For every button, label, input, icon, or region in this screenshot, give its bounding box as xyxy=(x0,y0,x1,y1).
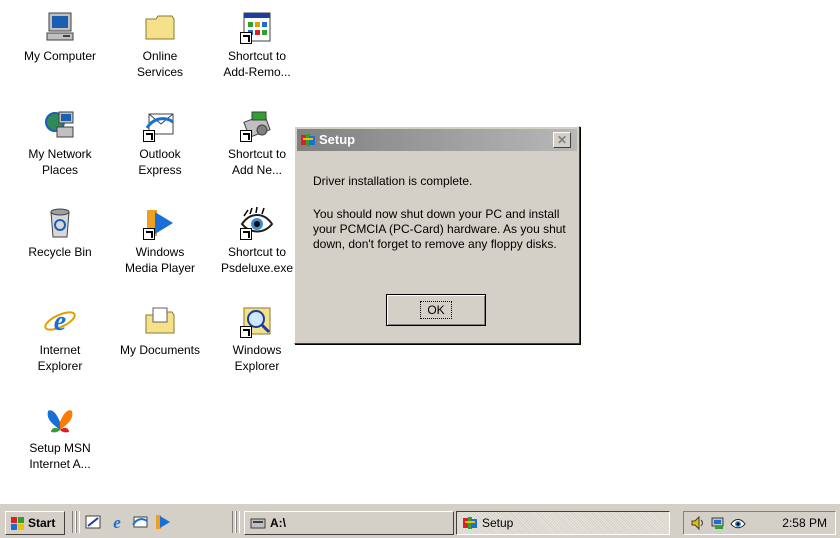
icon-label: Recycle Bin xyxy=(28,245,92,259)
icon-label: Internet Explorer xyxy=(37,343,83,373)
desktop-icon-add-remove-shortcut[interactable]: Shortcut to Add-Remo... xyxy=(212,10,302,80)
desktop-icon-windows-explorer[interactable]: Windows Explorer xyxy=(212,304,302,374)
eye-icon[interactable] xyxy=(730,515,746,531)
icon-label: Outlook Express xyxy=(138,147,182,177)
shortcut-arrow-icon xyxy=(240,326,252,338)
icon-label: Shortcut to Add-Remo... xyxy=(223,49,291,79)
taskbar-separator xyxy=(76,511,80,533)
taskbar-separator xyxy=(236,511,240,533)
clock: 2:58 PM xyxy=(782,516,827,530)
pc-card-icon[interactable] xyxy=(710,515,726,531)
desktop-icon-my-network-places[interactable]: My Network Places xyxy=(15,108,105,178)
dialog-title: Setup xyxy=(319,132,356,147)
my-computer-icon xyxy=(43,10,77,44)
icon-label: My Network Places xyxy=(28,147,92,177)
icon-label: Setup MSN Internet A... xyxy=(29,441,91,471)
close-button[interactable]: ✕ xyxy=(553,132,571,148)
dialog-titlebar[interactable]: Setup ✕ xyxy=(297,129,577,151)
eye-icon xyxy=(240,206,274,240)
control-panel-icon xyxy=(240,10,274,44)
task-label: A:\ xyxy=(270,516,286,530)
desktop-icon-setup-msn[interactable]: Setup MSN Internet A... xyxy=(15,402,105,472)
folder-icon xyxy=(143,10,177,44)
media-player-icon[interactable] xyxy=(154,513,172,531)
start-label: Start xyxy=(28,516,56,530)
desktop-icon-add-new-shortcut[interactable]: Shortcut to Add Ne... xyxy=(212,108,302,178)
icon-label: My Computer xyxy=(23,49,97,63)
desktop: My Computer My Network Places Recycle Bi… xyxy=(0,0,840,503)
start-button[interactable]: Start xyxy=(5,511,65,535)
setup-dialog: Setup ✕ Driver installation is complete.… xyxy=(294,126,580,344)
icon-label: Windows Media Player xyxy=(124,245,196,275)
svg-text:e: e xyxy=(54,306,66,337)
icon-label: My Documents xyxy=(119,343,201,357)
desktop-icon-my-computer[interactable]: My Computer xyxy=(15,10,105,64)
desktop-icon-outlook-express[interactable]: Outlook Express xyxy=(115,108,205,178)
desktop-icon-online-services[interactable]: Online Services xyxy=(115,10,205,80)
ok-button[interactable]: OK xyxy=(386,294,486,326)
shortcut-arrow-icon xyxy=(143,228,155,240)
network-places-icon xyxy=(43,108,77,142)
desktop-icon-psdeluxe-shortcut[interactable]: Shortcut to Psdeluxe.exe xyxy=(212,206,302,276)
internet-explorer-icon: e xyxy=(43,304,77,338)
add-hardware-icon xyxy=(240,108,274,142)
floppy-drive-icon xyxy=(250,515,266,531)
icon-label: Windows Explorer xyxy=(232,343,282,373)
dialog-message-line1: Driver installation is complete. xyxy=(313,174,473,188)
desktop-icon-internet-explorer[interactable]: e Internet Explorer xyxy=(15,304,105,374)
ok-button-label: OK xyxy=(420,301,452,319)
shortcut-arrow-icon xyxy=(143,130,155,142)
task-drive-a[interactable]: A:\ xyxy=(244,511,454,535)
taskbar: Start e A:\ Setup 2:58 PM xyxy=(0,503,840,538)
desktop-icon-windows-media-player[interactable]: Windows Media Player xyxy=(115,206,205,276)
msn-butterfly-icon xyxy=(43,402,77,436)
icon-label: Shortcut to Add Ne... xyxy=(227,147,287,177)
icon-label: Online Services xyxy=(136,49,183,79)
desktop-icon-my-documents[interactable]: My Documents xyxy=(115,304,205,358)
windows-flag-icon xyxy=(10,515,26,531)
documents-folder-icon xyxy=(143,304,177,338)
shortcut-arrow-icon xyxy=(240,130,252,142)
media-player-icon xyxy=(143,206,177,240)
outlook-express-icon[interactable] xyxy=(131,513,149,531)
windows-explorer-icon xyxy=(240,304,274,338)
task-setup[interactable]: Setup xyxy=(456,511,670,535)
outlook-express-icon xyxy=(143,108,177,142)
task-label: Setup xyxy=(482,516,514,530)
dialog-message-body: You should now shut down your PC and ins… xyxy=(313,207,566,251)
shortcut-arrow-icon xyxy=(240,32,252,44)
internet-explorer-icon[interactable]: e xyxy=(108,513,126,532)
show-desktop-icon[interactable] xyxy=(84,513,102,531)
desktop-icon-recycle-bin[interactable]: Recycle Bin xyxy=(15,206,105,260)
speaker-icon[interactable] xyxy=(690,515,706,531)
setup-icon xyxy=(462,515,478,531)
system-tray: 2:58 PM xyxy=(683,511,836,535)
svg-text:e: e xyxy=(113,513,121,531)
shortcut-arrow-icon xyxy=(240,228,252,240)
setup-icon xyxy=(300,132,316,148)
icon-label: Shortcut to Psdeluxe.exe xyxy=(220,245,294,275)
recycle-bin-icon xyxy=(43,206,77,240)
